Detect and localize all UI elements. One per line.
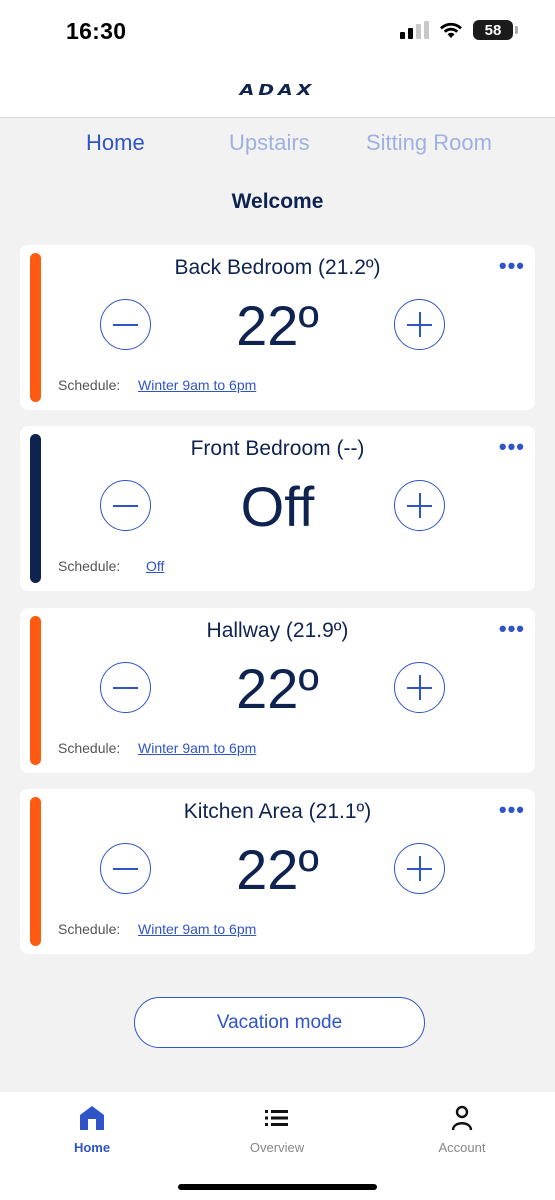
wifi-icon xyxy=(440,22,462,38)
room-card-hallway[interactable]: Hallway (21.9º) ••• 22º Schedule: Winter… xyxy=(20,608,535,773)
nav-overview-label: Overview xyxy=(249,1140,305,1155)
room-group-tabs: Home Upstairs Sitting Room xyxy=(0,130,555,166)
tab-upstairs[interactable]: Upstairs xyxy=(229,130,310,156)
schedule-label: Schedule: xyxy=(58,740,121,756)
schedule-label: Schedule: xyxy=(58,377,121,393)
setpoint-value: Off xyxy=(240,475,315,538)
room-card-back-bedroom[interactable]: Back Bedroom (21.2º) ••• 22º Schedule: W… xyxy=(20,245,535,410)
nav-account-label: Account xyxy=(438,1140,486,1155)
room-title: Hallway (21.9º) xyxy=(206,619,349,642)
increase-temp-button[interactable] xyxy=(394,843,445,894)
setpoint-value: 22º xyxy=(236,294,319,357)
more-options-icon[interactable]: ••• xyxy=(499,616,525,642)
more-options-icon[interactable]: ••• xyxy=(499,434,525,460)
schedule-link[interactable]: Winter 9am to 6pm xyxy=(138,740,256,756)
nav-account[interactable]: Account xyxy=(402,1104,522,1155)
welcome-heading: Welcome xyxy=(231,190,324,213)
battery-level: 58 xyxy=(484,21,502,39)
schedule-link[interactable]: Off xyxy=(146,558,164,574)
adax-logo: ADAX xyxy=(239,80,316,99)
schedule-link[interactable]: Winter 9am to 6pm xyxy=(138,377,256,393)
list-icon xyxy=(265,1110,288,1126)
schedule-label: Schedule: xyxy=(58,558,121,574)
room-card-front-bedroom[interactable]: Front Bedroom (--) ••• Off Schedule: Off xyxy=(20,426,535,591)
schedule-link[interactable]: Winter 9am to 6pm xyxy=(138,921,256,937)
tab-home[interactable]: Home xyxy=(86,130,145,156)
room-card-kitchen-area[interactable]: Kitchen Area (21.1º) ••• 22º Schedule: W… xyxy=(20,789,535,954)
setpoint-value: 22º xyxy=(236,838,319,901)
room-title: Kitchen Area (21.1º) xyxy=(183,800,372,823)
schedule-label: Schedule: xyxy=(58,921,121,937)
signal-icon xyxy=(400,21,429,39)
vacation-mode-button[interactable]: Vacation mode xyxy=(134,997,425,1048)
home-indicator[interactable] xyxy=(178,1184,377,1190)
more-options-icon[interactable]: ••• xyxy=(499,797,525,823)
nav-home-label: Home xyxy=(73,1140,111,1155)
battery-icon: 58 xyxy=(473,20,518,40)
room-title: Front Bedroom (--) xyxy=(190,437,365,460)
setpoint-value: 22º xyxy=(236,657,319,720)
nav-home[interactable]: Home xyxy=(32,1104,152,1155)
home-icon xyxy=(80,1106,104,1130)
nav-overview[interactable]: Overview xyxy=(217,1104,337,1155)
status-bar: 16:30 58 xyxy=(0,0,555,62)
increase-temp-button[interactable] xyxy=(394,299,445,350)
app-header: ADAX xyxy=(0,62,555,118)
bottom-nav: Home Overview Account xyxy=(0,1092,555,1200)
more-options-icon[interactable]: ••• xyxy=(499,253,525,279)
person-icon xyxy=(451,1105,473,1131)
status-time: 16:30 xyxy=(66,18,127,44)
increase-temp-button[interactable] xyxy=(394,662,445,713)
status-icons: 58 xyxy=(400,20,518,40)
room-title: Back Bedroom (21.2º) xyxy=(174,256,381,279)
tab-sitting-room[interactable]: Sitting Room xyxy=(366,130,492,156)
increase-temp-button[interactable] xyxy=(394,480,445,531)
